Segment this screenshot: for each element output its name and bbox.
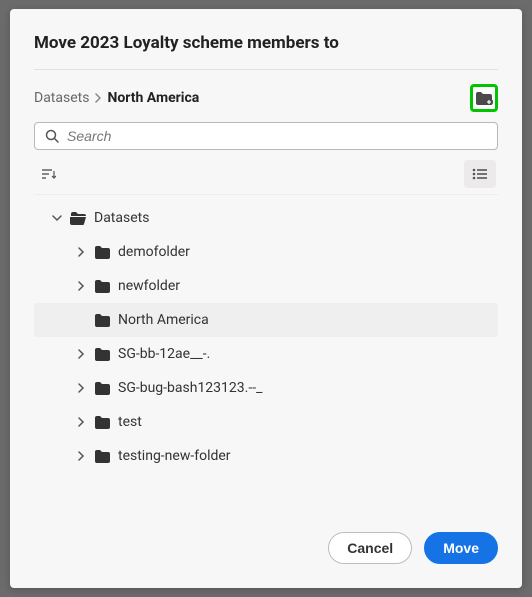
- folder-closed-icon: [94, 381, 110, 395]
- chevron-right-icon[interactable]: [76, 281, 86, 291]
- tree-item[interactable]: testing-new-folder: [34, 439, 498, 473]
- chevron-right-icon[interactable]: [76, 349, 86, 359]
- move-dialog: Move 2023 Loyalty scheme members to Data…: [10, 9, 522, 588]
- tree-item-label: demofolder: [118, 244, 190, 260]
- divider: [34, 194, 498, 195]
- toolbar: [34, 160, 498, 188]
- breadcrumb-root[interactable]: Datasets: [34, 90, 89, 106]
- tree-item-label: test: [118, 414, 142, 430]
- chevron-right-icon[interactable]: [76, 451, 86, 461]
- folder-closed-icon: [94, 415, 110, 429]
- tree-root-label: Datasets: [94, 210, 149, 226]
- tree-item-label: SG-bb-12ae__-.: [118, 346, 210, 362]
- tree-item-label: newfolder: [118, 278, 180, 294]
- tree-item[interactable]: SG-bb-12ae__-.: [34, 337, 498, 371]
- chevron-right-icon: [95, 93, 101, 103]
- tree-item[interactable]: test: [34, 405, 498, 439]
- folder-closed-icon: [94, 347, 110, 361]
- new-folder-icon: [475, 91, 493, 105]
- list-view-icon: [472, 168, 488, 180]
- search-field[interactable]: [34, 122, 498, 150]
- divider: [34, 69, 498, 70]
- chevron-right-icon[interactable]: [76, 247, 86, 257]
- chevron-right-icon[interactable]: [76, 417, 86, 427]
- tree-item-selected[interactable]: North America: [34, 303, 498, 337]
- move-button[interactable]: Move: [424, 532, 498, 564]
- chevron-down-icon[interactable]: [52, 213, 62, 223]
- search-input[interactable]: [67, 128, 487, 144]
- folder-closed-icon: [94, 313, 110, 327]
- folder-closed-icon: [94, 449, 110, 463]
- breadcrumb-row: Datasets North America: [34, 84, 498, 112]
- folder-closed-icon: [94, 279, 110, 293]
- chevron-right-icon[interactable]: [76, 383, 86, 393]
- tree-item-label: North America: [118, 312, 209, 328]
- folder-tree: Datasets demofolder newfolder North Amer…: [34, 201, 498, 514]
- tree-root[interactable]: Datasets: [34, 201, 498, 235]
- breadcrumb-current: North America: [107, 90, 199, 106]
- folder-closed-icon: [94, 245, 110, 259]
- tree-item[interactable]: SG-bug-bash123123.--_: [34, 371, 498, 405]
- view-toggle-button[interactable]: [464, 160, 496, 188]
- tree-item[interactable]: newfolder: [34, 269, 498, 303]
- sort-icon: [40, 168, 56, 180]
- cancel-button[interactable]: Cancel: [328, 532, 412, 564]
- sort-button[interactable]: [36, 164, 60, 184]
- tree-item[interactable]: demofolder: [34, 235, 498, 269]
- tree-item-label: SG-bug-bash123123.--_: [118, 380, 262, 396]
- new-folder-button[interactable]: [470, 84, 498, 112]
- modal-overlay: Move 2023 Loyalty scheme members to Data…: [0, 0, 532, 597]
- dialog-title: Move 2023 Loyalty scheme members to: [34, 33, 498, 53]
- folder-open-icon: [70, 211, 86, 225]
- breadcrumb: Datasets North America: [34, 90, 199, 106]
- search-icon: [45, 129, 59, 143]
- tree-item-label: testing-new-folder: [118, 448, 231, 464]
- dialog-footer: Cancel Move: [34, 514, 498, 564]
